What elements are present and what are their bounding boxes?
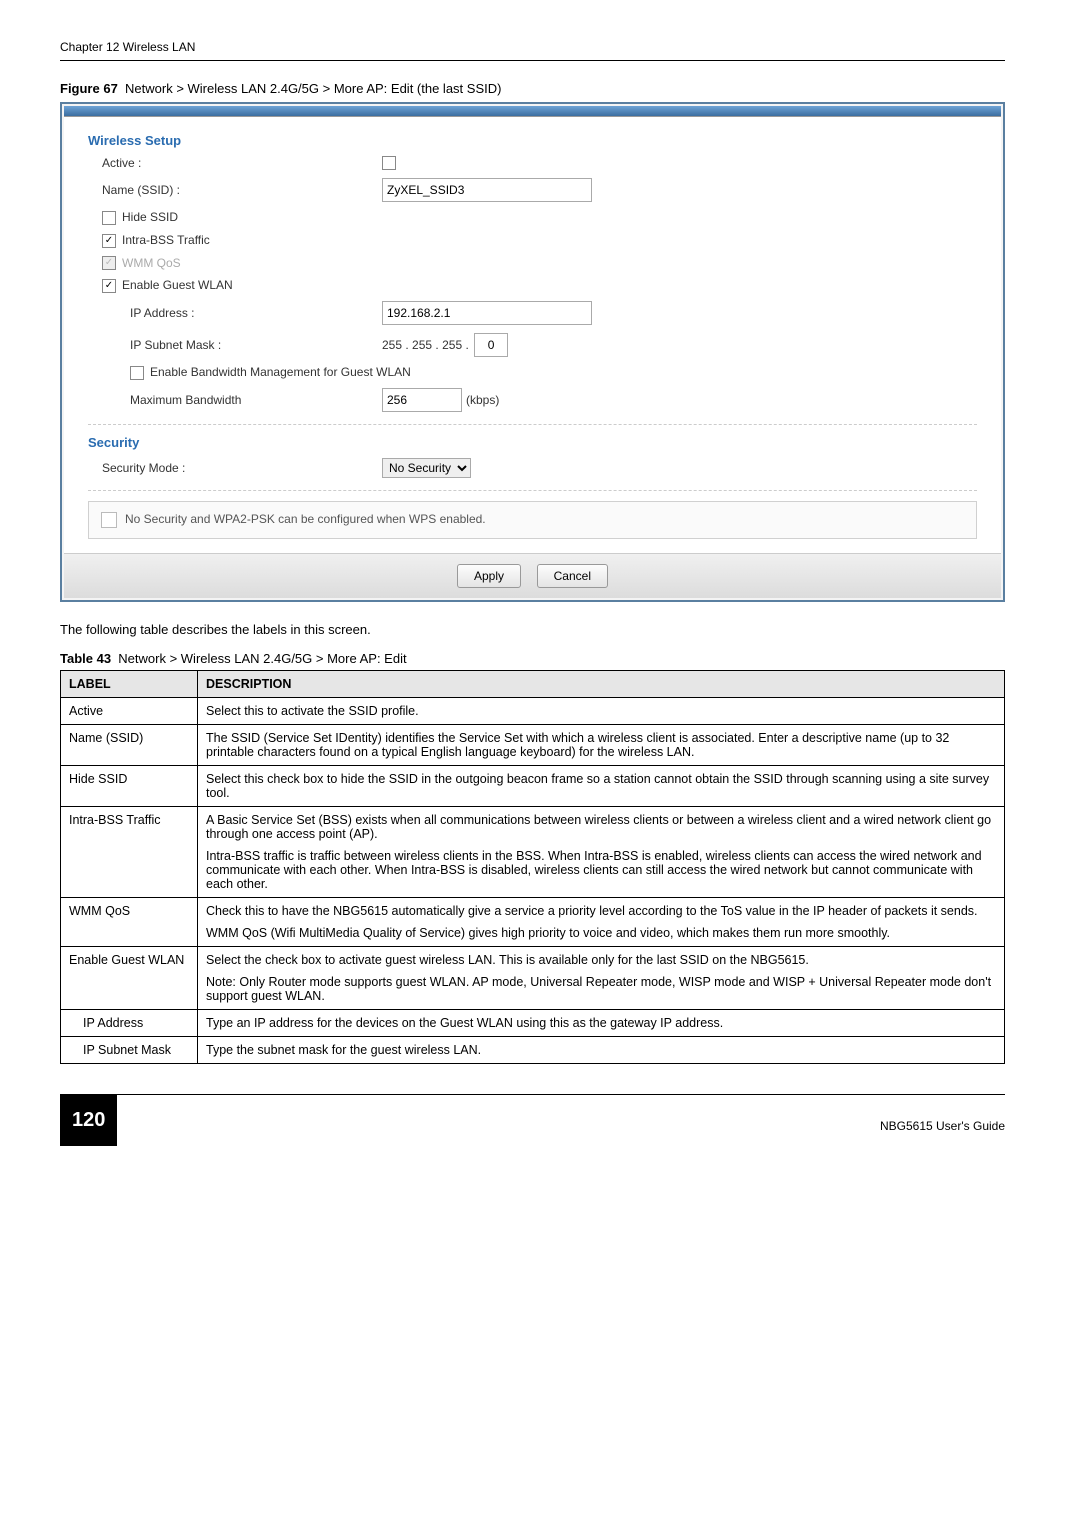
ip-address-input[interactable] [382,301,592,325]
body-paragraph: The following table describes the labels… [60,622,1005,637]
ip-subnet-label: IP Subnet Mask : [88,338,382,352]
table-row: Enable Guest WLAN Select the check box t… [61,947,1005,1010]
active-label: Active : [88,156,382,170]
bw-mgmt-label: Enable Bandwidth Management for Guest WL… [150,365,411,379]
row-desc: Select this check box to hide the SSID i… [198,766,1005,807]
table-head-desc: DESCRIPTION [198,671,1005,698]
guide-name: NBG5615 User's Guide [880,1109,1005,1133]
description-table: LABEL DESCRIPTION Active Select this to … [60,670,1005,1064]
table-row: Hide SSID Select this check box to hide … [61,766,1005,807]
enable-guest-wlan-checkbox[interactable] [102,279,116,293]
chapter-header: Chapter 12 Wireless LAN [60,40,1005,61]
page-number: 120 [60,1095,117,1146]
row-label: Enable Guest WLAN [61,947,198,1010]
row-desc: Type the subnet mask for the guest wirel… [198,1037,1005,1064]
security-mode-label: Security Mode : [88,461,382,475]
active-checkbox[interactable] [382,156,396,170]
table-row: Active Select this to activate the SSID … [61,698,1005,725]
table-label: Table 43 [60,651,111,666]
row-desc: Type an IP address for the devices on th… [198,1010,1005,1037]
info-note-text: No Security and WPA2-PSK can be configur… [125,512,486,526]
table-head-label: LABEL [61,671,198,698]
table-row: IP Address Type an IP address for the de… [61,1010,1005,1037]
table-row: Intra-BSS Traffic A Basic Service Set (B… [61,807,1005,898]
separator [88,424,977,425]
table-caption-text: Network > Wireless LAN 2.4G/5G > More AP… [118,651,406,666]
row-desc: Check this to have the NBG5615 automatic… [198,898,1005,947]
table-row: Name (SSID) The SSID (Service Set IDenti… [61,725,1005,766]
subnet-octet-4-input[interactable] [474,333,508,357]
enable-guest-wlan-label: Enable Guest WLAN [122,278,233,292]
subnet-octet-3: 255 [442,338,462,352]
row-label: Hide SSID [61,766,198,807]
section-wireless-setup: Wireless Setup [88,133,977,148]
security-mode-select[interactable]: No Security [382,458,471,478]
table-caption: Table 43 Network > Wireless LAN 2.4G/5G … [60,651,1005,666]
row-label: IP Address [61,1010,198,1037]
page-footer: 120 NBG5615 User's Guide [60,1094,1005,1146]
separator [88,490,977,491]
row-desc: The SSID (Service Set IDentity) identifi… [198,725,1005,766]
screenshot-frame: Wireless Setup Active : Name (SSID) : Hi… [60,102,1005,602]
row-label: WMM QoS [61,898,198,947]
table-row: WMM QoS Check this to have the NBG5615 a… [61,898,1005,947]
note-icon [101,512,117,528]
row-label: IP Subnet Mask [61,1037,198,1064]
cancel-button[interactable]: Cancel [537,564,608,588]
section-security: Security [88,435,977,450]
max-bw-label: Maximum Bandwidth [88,393,382,407]
hide-ssid-label: Hide SSID [122,210,178,224]
window-titlebar [64,106,1001,117]
subnet-octet-1: 255 [382,338,402,352]
row-label: Name (SSID) [61,725,198,766]
row-desc: A Basic Service Set (BSS) exists when al… [198,807,1005,898]
figure-caption-text: Network > Wireless LAN 2.4G/5G > More AP… [125,81,501,96]
row-desc: Select this to activate the SSID profile… [198,698,1005,725]
wmm-qos-label: WMM QoS [122,256,181,270]
max-bw-unit: (kbps) [466,393,499,407]
apply-button[interactable]: Apply [457,564,521,588]
row-desc: Select the check box to activate guest w… [198,947,1005,1010]
intra-bss-checkbox[interactable] [102,234,116,248]
max-bw-input[interactable] [382,388,462,412]
table-row: IP Subnet Mask Type the subnet mask for … [61,1037,1005,1064]
ssid-name-label: Name (SSID) : [88,183,382,197]
wmm-qos-checkbox [102,256,116,270]
intra-bss-label: Intra-BSS Traffic [122,233,210,247]
button-bar: Apply Cancel [64,553,1001,598]
subnet-mask-group: 255 . 255 . 255 . [382,333,510,357]
subnet-octet-2: 255 [412,338,432,352]
figure-caption: Figure 67 Network > Wireless LAN 2.4G/5G… [60,81,1005,96]
bw-mgmt-checkbox[interactable] [130,366,144,380]
figure-label: Figure 67 [60,81,118,96]
info-note-box: No Security and WPA2-PSK can be configur… [88,501,977,539]
ip-address-label: IP Address : [88,306,382,320]
ssid-name-input[interactable] [382,178,592,202]
row-label: Intra-BSS Traffic [61,807,198,898]
hide-ssid-checkbox[interactable] [102,211,116,225]
row-label: Active [61,698,198,725]
